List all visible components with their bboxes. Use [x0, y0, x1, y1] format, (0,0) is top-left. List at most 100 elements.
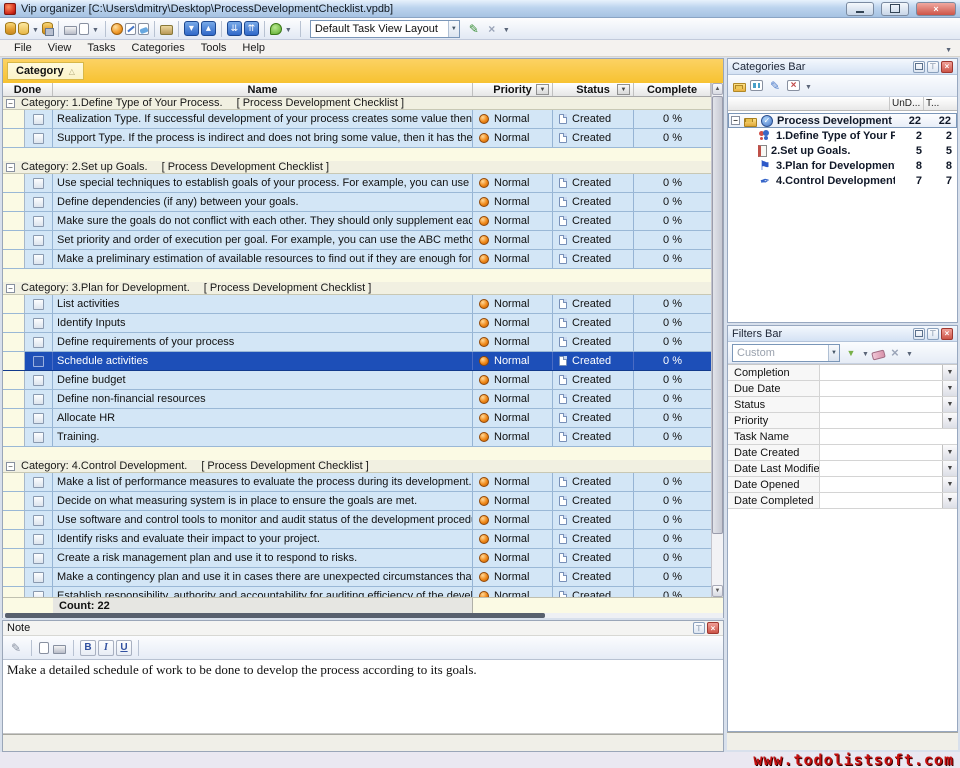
categories-bar-titlebar[interactable]: Categories Bar ⊤×	[728, 59, 957, 75]
task-row[interactable]: Support Type. If the process is indirect…	[3, 129, 723, 148]
task-row[interactable]: Use special techniques to establish goal…	[3, 174, 723, 193]
filter-value-field[interactable]	[820, 413, 942, 428]
filter-dropdown-icon[interactable]: ▼	[942, 397, 957, 412]
filter-preset-dropdown-icon[interactable]: ▼	[828, 345, 839, 361]
save-layout-icon[interactable]	[466, 21, 482, 37]
toolbar-caret-icon[interactable]: ▼	[32, 27, 39, 34]
column-header-name[interactable]: Name	[53, 83, 473, 96]
tree-collapse-icon[interactable]: −	[731, 116, 740, 125]
group-by-category-button[interactable]: Category △	[7, 62, 84, 80]
toolbar-caret-icon[interactable]: ▼	[862, 351, 869, 358]
clear-filter-icon[interactable]	[871, 349, 886, 360]
task-row[interactable]: Set priority and order of execution per …	[3, 231, 723, 250]
menu-item-tasks[interactable]: Tasks	[79, 41, 123, 55]
filter-dropdown-icon[interactable]: ▼	[942, 493, 957, 508]
task-checkbox[interactable]	[33, 337, 44, 348]
category-tree-item-2-set-up-goals[interactable]: 2.Set up Goals.55	[728, 143, 957, 158]
category-tree-item-1-define-type-of-your-process[interactable]: 1.Define Type of Your Process22	[728, 128, 957, 143]
close-button[interactable]: ×	[707, 622, 719, 634]
category-group-header[interactable]: −Category: 1.Define Type of Your Process…	[3, 97, 723, 110]
menu-item-tools[interactable]: Tools	[193, 41, 235, 55]
horizontal-scrollbar-thumb[interactable]	[5, 613, 545, 618]
task-checkbox[interactable]	[33, 235, 44, 246]
note-text-area[interactable]: Make a detailed schedule of work to be d…	[3, 660, 723, 734]
task-row[interactable]: Establish responsibility, authority and …	[3, 587, 723, 597]
print-icon[interactable]	[53, 645, 66, 654]
pin-button[interactable]: ⊤	[927, 61, 939, 73]
task-checkbox[interactable]	[33, 216, 44, 227]
open-database-icon[interactable]	[18, 22, 29, 35]
task-checkbox[interactable]	[33, 133, 44, 144]
task-checkbox[interactable]	[33, 254, 44, 265]
share-icon[interactable]	[270, 23, 282, 35]
horizontal-scrollbar[interactable]	[3, 613, 723, 618]
category-group-header[interactable]: −Category: 3.Plan for Development.[ Proc…	[3, 282, 723, 295]
edit-note-icon[interactable]	[8, 640, 24, 656]
task-checkbox[interactable]	[33, 299, 44, 310]
category-tree-item-process-development-checklist[interactable]: −Process Development Checklist2222	[728, 113, 957, 128]
layout-combo-dropdown-icon[interactable]: ▼	[448, 21, 459, 37]
task-row[interactable]: Define requirements of your processNorma…	[3, 333, 723, 352]
move-down-icon[interactable]	[184, 21, 199, 36]
close-button[interactable]: ×	[916, 2, 956, 16]
close-button[interactable]: ×	[941, 61, 953, 73]
filter-value-field[interactable]	[820, 477, 942, 492]
category-group-header[interactable]: −Category: 4.Control Development.[ Proce…	[3, 460, 723, 473]
new-task-icon[interactable]	[111, 23, 123, 35]
save-database-icon[interactable]	[42, 22, 53, 35]
collapse-icon[interactable]: −	[6, 163, 15, 172]
filter-dropdown-icon[interactable]: ▼	[942, 445, 957, 460]
task-row[interactable]: Decide on what measuring system is in pl…	[3, 492, 723, 511]
task-row[interactable]: Realization Type. If successful developm…	[3, 110, 723, 129]
task-checkbox[interactable]	[33, 477, 44, 488]
toolbar-caret-icon[interactable]: ▼	[503, 27, 510, 34]
task-row[interactable]: Make a preliminary estimation of availab…	[3, 250, 723, 269]
task-view-layout-combo[interactable]: Default Task View Layout ▼	[310, 20, 460, 38]
collapse-icon[interactable]: −	[6, 462, 15, 471]
edit-task-icon[interactable]	[125, 23, 136, 35]
print-preview-icon[interactable]	[79, 23, 89, 35]
filter-value-field[interactable]	[820, 493, 942, 508]
delete-task-icon[interactable]	[138, 23, 149, 35]
task-row[interactable]: Define budgetNormalCreated0 %	[3, 371, 723, 390]
category-tree-item-4-control-development[interactable]: 4.Control Development.77	[728, 173, 957, 188]
filter-value-field[interactable]	[820, 365, 942, 380]
task-row[interactable]: Use software and control tools to monito…	[3, 511, 723, 530]
filter-dropdown-icon[interactable]: ▼	[942, 413, 957, 428]
toolbar-caret-icon[interactable]: ▼	[906, 351, 913, 358]
task-row[interactable]: Define dependencies (if any) between you…	[3, 193, 723, 212]
column-header-complete[interactable]: Complete	[634, 83, 711, 96]
scroll-down-icon[interactable]: ▼	[712, 585, 723, 597]
underline-button[interactable]: U	[116, 640, 132, 656]
task-checkbox[interactable]	[33, 515, 44, 526]
column-filter-icon-priority[interactable]: ▼	[536, 84, 549, 95]
delete-layout-icon[interactable]	[484, 21, 500, 37]
note-titlebar[interactable]: Note ⊤×	[3, 621, 723, 636]
restore-button[interactable]	[913, 328, 925, 340]
scroll-up-icon[interactable]: ▲	[712, 83, 723, 95]
vertical-scrollbar[interactable]: ▲ ▼	[711, 83, 723, 597]
filter-value-field[interactable]	[820, 381, 942, 396]
filter-dropdown-icon[interactable]: ▼	[942, 461, 957, 476]
move-top-icon[interactable]	[244, 21, 259, 36]
vertical-scrollbar-thumb[interactable]	[712, 96, 723, 534]
task-row[interactable]: Identify InputsNormalCreated0 %	[3, 314, 723, 333]
filter-value-field[interactable]	[820, 429, 957, 444]
filter-dropdown-icon[interactable]: ▼	[942, 477, 957, 492]
menubar-overflow-icon[interactable]: ▼	[945, 47, 952, 54]
task-checkbox[interactable]	[33, 356, 44, 367]
toolbar-caret-icon[interactable]: ▼	[92, 27, 99, 34]
filter-value-field[interactable]	[820, 461, 942, 476]
collapse-icon[interactable]: −	[6, 99, 15, 108]
filters-bar-titlebar[interactable]: Filters Bar ⊤×	[728, 326, 957, 342]
task-row[interactable]: Make a list of performance measures to e…	[3, 473, 723, 492]
restore-button[interactable]	[913, 61, 925, 73]
italic-button[interactable]: I	[98, 640, 114, 656]
close-button[interactable]: ×	[941, 328, 953, 340]
task-checkbox[interactable]	[33, 413, 44, 424]
filter-value-field[interactable]	[820, 397, 942, 412]
menu-item-file[interactable]: File	[6, 41, 40, 55]
delete-filter-icon[interactable]	[887, 345, 903, 361]
menu-item-categories[interactable]: Categories	[124, 41, 193, 55]
pin-button[interactable]: ⊤	[927, 328, 939, 340]
